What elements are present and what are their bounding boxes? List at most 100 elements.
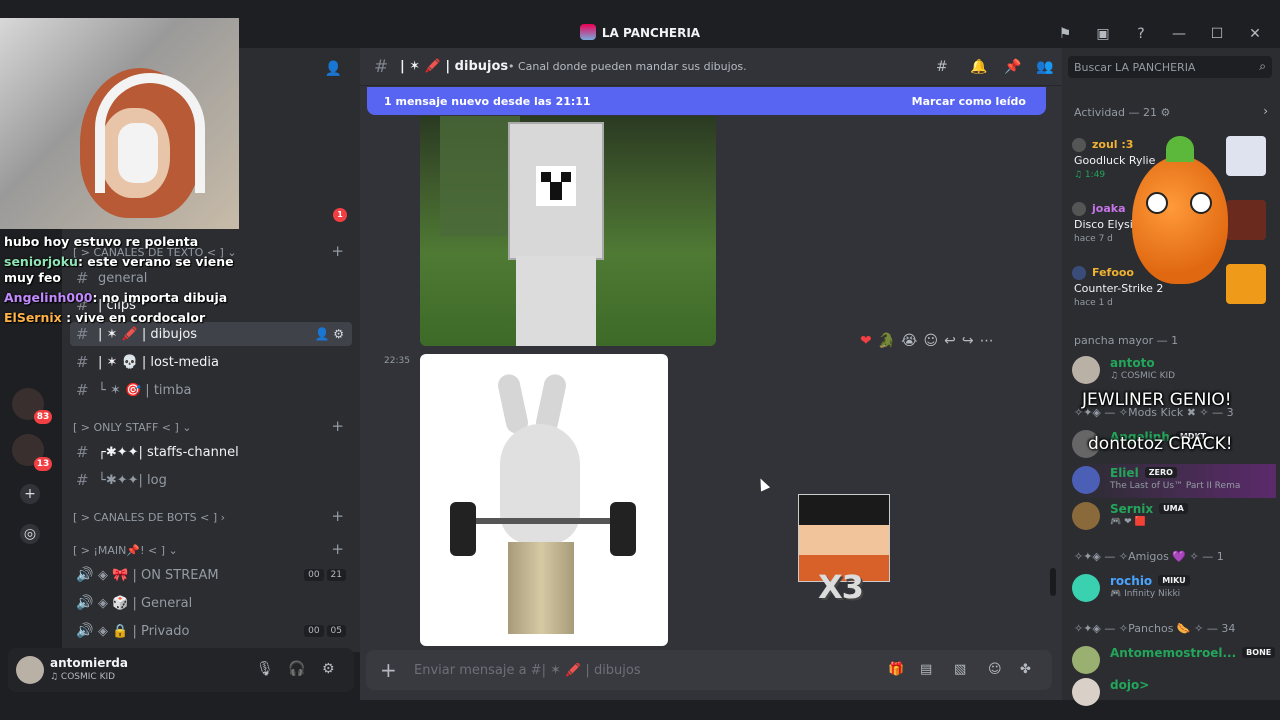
category-main[interactable]: [ > ¡MAIN📌! < ] ⌄ <box>73 544 178 557</box>
member-item[interactable]: rochio MIKU 🎮 Infinity Nikki <box>1072 572 1276 606</box>
new-messages-bar[interactable]: 1 mensaje nuevo desde las 21:11 Marcar c… <box>367 87 1046 115</box>
user-status: ♫ COSMIC KID <box>50 672 116 682</box>
flag-icon[interactable]: ⚑ <box>1046 24 1084 44</box>
guild-tag: MIKU <box>1158 575 1190 586</box>
server-icon <box>579 24 596 40</box>
attachment-image-minecraft[interactable] <box>420 116 716 346</box>
carrot-eye <box>1190 192 1212 214</box>
reaction-icon[interactable]: 🐊 <box>878 333 895 349</box>
minimize-icon[interactable]: — <box>1160 24 1198 44</box>
headphone-cup <box>118 123 158 183</box>
speaker-icon: 🔊 <box>76 623 94 639</box>
guild-tag: UMA <box>1159 503 1188 514</box>
add-channel-icon[interactable]: + <box>331 242 344 260</box>
avatar <box>1072 356 1100 384</box>
channel-timba[interactable]: # └ ✶ 🎯 | timba <box>70 378 352 402</box>
right-panel: ⌕ Actividad — 21 ⚙ › zoul :3 Goodluck Ry… <box>1062 48 1280 706</box>
avatar <box>1072 502 1100 530</box>
channel-log[interactable]: # └✱✦✦| log <box>70 468 352 492</box>
member-item[interactable]: dojo> <box>1072 676 1276 710</box>
voice-privado[interactable]: 🔊 ◈ 🔒 | Privado 00 05 <box>70 619 352 643</box>
inbox-icon[interactable]: ▣ <box>1084 24 1122 44</box>
barbell <box>460 518 630 524</box>
role-header: ✧✦◈ — ✧Panchos 🌭 ✧ — 34 <box>1074 622 1236 635</box>
apps-icon[interactable]: ✤ <box>1020 662 1031 677</box>
guild-tag: BONE <box>1242 647 1276 658</box>
add-server-icon[interactable]: + <box>20 484 40 504</box>
chat-area: # | ✶ 🖍️ | dibujos • Canal donde pueden … <box>360 48 1062 700</box>
members-icon[interactable]: 👥 <box>1036 59 1053 75</box>
activity-thumbnail <box>1226 136 1266 176</box>
titlebar-icons: ⚑ ▣ ? — ☐ ✕ <box>1046 24 1274 44</box>
member-item[interactable]: Antomemostroel... BONE <box>1072 644 1276 678</box>
channel-header: # | ✶ 🖍️ | dibujos • Canal donde pueden … <box>360 48 1062 86</box>
avatar <box>1072 202 1086 216</box>
attachment-image-rabbid[interactable] <box>420 354 668 646</box>
help-icon[interactable]: ? <box>1122 24 1160 44</box>
activity-thumbnail <box>1226 264 1266 304</box>
forward-icon[interactable]: ↪ <box>962 333 974 349</box>
bell-icon[interactable]: 🔔 <box>970 59 987 75</box>
hash-icon: # <box>76 381 89 399</box>
chat-message: seniorjoku: este verano se viene muy feo <box>4 254 234 285</box>
gif-icon[interactable]: ▤ <box>920 662 932 677</box>
close-icon[interactable]: ✕ <box>1236 24 1274 44</box>
weight <box>610 502 636 556</box>
explore-icon[interactable]: ◎ <box>20 524 40 544</box>
chat-message: ElSernix : vive en cordocalor <box>4 310 206 325</box>
maximize-icon[interactable]: ☐ <box>1198 24 1236 44</box>
search-box: ⌕ <box>1068 56 1272 78</box>
member-item[interactable]: Sernix UMA 🎮 ❤ 🟥 <box>1072 500 1276 534</box>
avatar[interactable] <box>16 656 44 684</box>
search-icon[interactable]: ⌕ <box>1259 59 1266 74</box>
pin-icon[interactable]: 📌 <box>1004 59 1021 75</box>
add-channel-icon[interactable]: + <box>331 540 344 558</box>
category-staff[interactable]: [ > ONLY STAFF < ] ⌄ <box>73 421 192 434</box>
add-channel-icon[interactable]: + <box>331 507 344 525</box>
emoji-icon[interactable]: ☺ <box>988 662 1002 677</box>
carrot-mascot-overlay <box>1132 136 1228 284</box>
reply-icon[interactable]: ↩ <box>944 333 956 349</box>
user-panel: antomierda ♫ COSMIC KID 🎙 🎧 ⚙ <box>8 648 354 692</box>
invite-icon[interactable]: 👤 <box>325 61 342 77</box>
server-badge: 13 <box>34 457 52 471</box>
search-input[interactable] <box>1074 59 1244 75</box>
voice-general[interactable]: 🔊 ◈ 🎲 | General <box>70 591 352 615</box>
username: antomierda <box>50 656 128 670</box>
member-item[interactable]: antoto ♫ COSMIC KID <box>1072 354 1276 388</box>
creeper-mouth <box>550 182 562 200</box>
message-input[interactable] <box>414 658 834 682</box>
add-attachment-icon[interactable]: + <box>380 658 397 682</box>
webcam-overlay <box>0 18 239 229</box>
channel-settings-icon[interactable]: 👤 ⚙ <box>314 327 344 341</box>
threads-icon[interactable]: # <box>936 59 948 75</box>
sticker-caption: X3 <box>818 568 864 606</box>
message-actions: ❤ 🐊 😭 ☺ ↩ ↪ ⋯ <box>860 333 994 349</box>
creeper-eye <box>561 172 571 182</box>
voice-on-stream[interactable]: 🔊 ◈ 🎀 | ON STREAM 00 21 <box>70 563 352 587</box>
weight <box>450 502 476 556</box>
speaker-icon: 🔊 <box>76 595 94 611</box>
settings-icon[interactable]: ⚙ <box>322 661 335 677</box>
voice-count: 00 05 <box>304 625 346 637</box>
chevron-right-icon[interactable]: › <box>1263 104 1268 118</box>
scrollbar[interactable] <box>1050 568 1056 596</box>
channel-topic[interactable]: • Canal donde pueden mandar sus dibujos. <box>508 60 747 73</box>
gift-icon[interactable]: 🎁 <box>888 662 904 677</box>
activity-header: Actividad — 21 ⚙ <box>1074 106 1171 119</box>
more-icon[interactable]: ⋯ <box>980 333 994 349</box>
sticker-icon[interactable]: ▧ <box>954 662 966 677</box>
add-channel-icon[interactable]: + <box>331 417 344 435</box>
channel-lost-media[interactable]: # | ✶ 💀 | lost-media <box>70 350 352 374</box>
headphones-icon[interactable]: 🎧 <box>288 661 305 677</box>
mark-read-button[interactable]: Marcar como leído <box>912 95 1026 108</box>
channel-staffs[interactable]: # ┌✱✦✦| staffs-channel <box>70 440 352 464</box>
member-item[interactable]: Eliel ZERO The Last of Us™ Part II Rema <box>1072 464 1276 498</box>
mic-icon[interactable]: 🎙 <box>256 661 274 677</box>
category-bots[interactable]: [ > CANALES DE BOTS < ] › <box>73 511 225 524</box>
crying-reaction-icon[interactable]: 😭 <box>901 333 917 349</box>
voice-count: 00 21 <box>304 569 346 581</box>
add-reaction-icon[interactable]: ☺ <box>924 333 939 349</box>
heart-reaction-icon[interactable]: ❤ <box>860 333 872 349</box>
stream-chat-overlay: hubo hoy estuvo re polenta seniorjoku: e… <box>0 232 240 328</box>
